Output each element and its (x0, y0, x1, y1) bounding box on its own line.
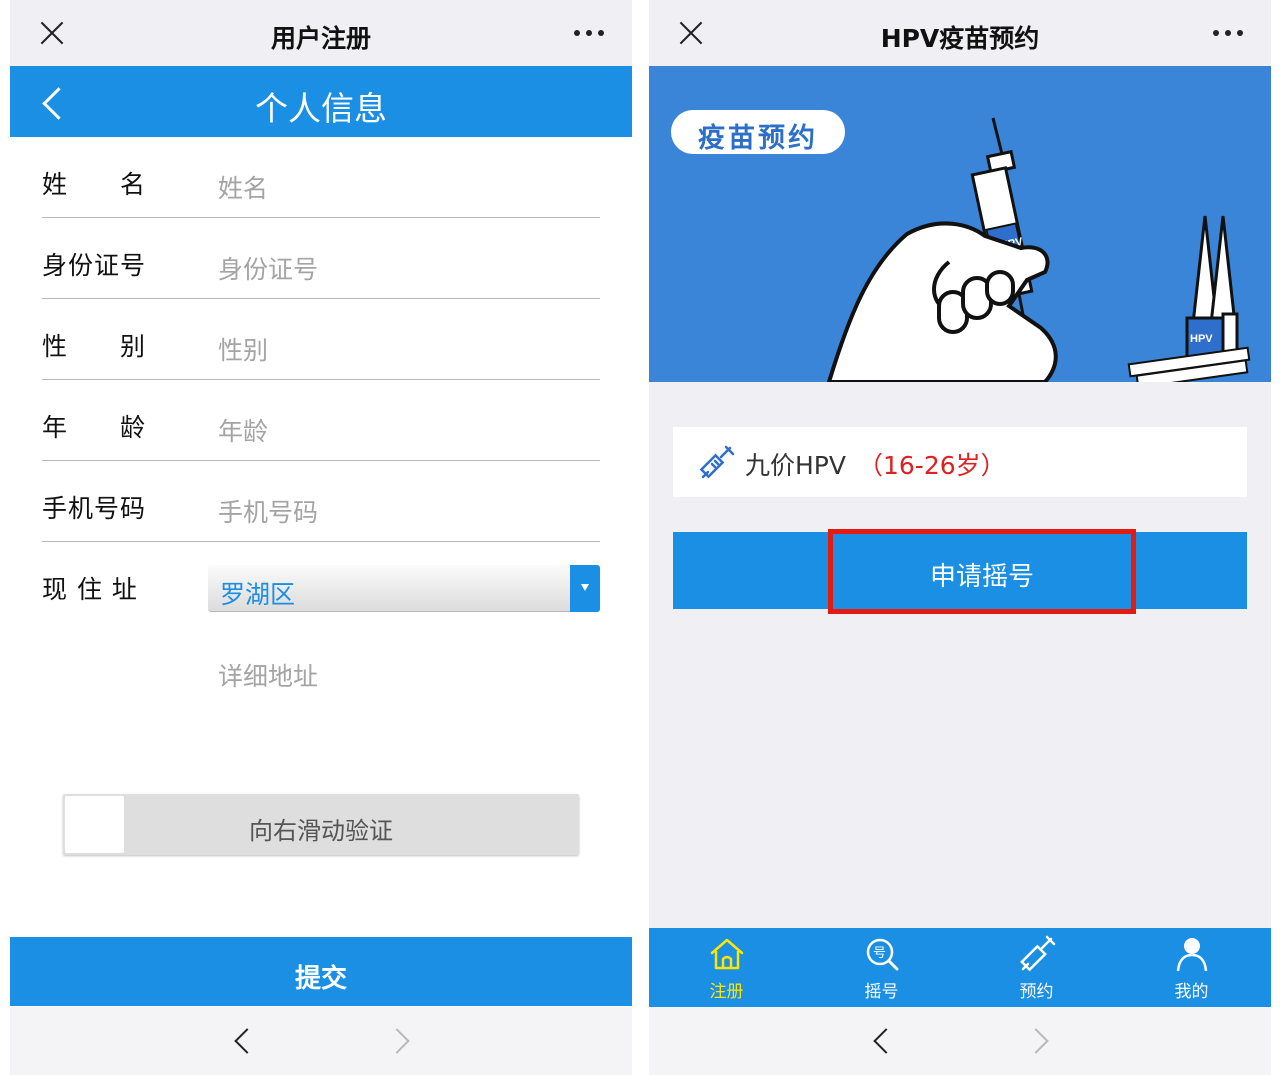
svg-text:号: 号 (873, 946, 886, 961)
name-input[interactable]: 姓名 (218, 169, 268, 205)
submit-button[interactable]: 提交 (10, 937, 632, 1006)
apply-lottery-label: 申请摇号 (929, 562, 1034, 592)
vaccine-name: 九价HPV (745, 451, 846, 480)
vial-label: HPV (1190, 333, 1213, 345)
tab-booking-label: 预约 (1019, 982, 1054, 1002)
banner-badge-text: 疫苗预约 (698, 123, 818, 154)
page-header: 个人信息 (10, 66, 632, 137)
age-field-row[interactable]: 年 龄 年龄 (42, 380, 600, 461)
age-label: 年 龄 (42, 413, 147, 442)
tab-register-label: 注册 (709, 982, 744, 1002)
tab-register[interactable]: 注册 (649, 928, 804, 1007)
vaccine-banner: HPV HPV (649, 66, 1271, 382)
page-title: 个人信息 (255, 89, 387, 128)
district-select[interactable]: 罗湖区 (208, 565, 600, 612)
phone-label: 手机号码 (42, 494, 147, 523)
more-options-icon[interactable] (1213, 30, 1243, 36)
id-number-input[interactable]: 身份证号 (218, 250, 318, 286)
gender-label: 性 别 (42, 332, 147, 361)
nav-back-icon[interactable] (871, 1029, 893, 1051)
vials-illustration: HPV (1127, 215, 1251, 382)
tab-lottery-label: 摇号 (864, 982, 899, 1002)
screenshot-stage: 用户注册 个人信息 姓 名 姓名 身份证号 身份证号 性 别 性别 年 龄 年龄… (0, 0, 1280, 1075)
window-title: 用户注册 (270, 24, 371, 53)
tab-mine-label: 我的 (1174, 982, 1209, 1002)
age-input[interactable]: 年龄 (218, 412, 268, 448)
apply-lottery-button[interactable]: 申请摇号 (828, 529, 1136, 614)
user-icon (1176, 938, 1208, 972)
name-label: 姓 名 (42, 170, 147, 199)
registration-screen: 用户注册 个人信息 姓 名 姓名 身份证号 身份证号 性 别 性别 年 龄 年龄… (10, 0, 632, 1075)
hpv-booking-screen: HPV疫苗预约 HPV 疫苗预约 九价HPV （16-26岁） 申请摇号 注册 … (649, 0, 1271, 1075)
phone-input[interactable]: 手机号码 (218, 493, 318, 529)
nav-forward-icon[interactable] (1027, 1029, 1049, 1051)
banner-badge: 疫苗预约 (671, 110, 845, 154)
window-titlebar: 用户注册 (10, 0, 632, 66)
syringe-icon (699, 445, 735, 479)
gender-input[interactable]: 性别 (218, 331, 268, 367)
vaccine-age-range: （16-26岁） (858, 451, 1006, 480)
nav-forward-icon[interactable] (388, 1029, 410, 1051)
phone-field-row[interactable]: 手机号码 手机号码 (42, 461, 600, 542)
id-number-field-row[interactable]: 身份证号 身份证号 (42, 218, 600, 299)
tab-mine[interactable]: 我的 (1114, 928, 1269, 1007)
home-icon (710, 938, 744, 970)
browser-nav-bar (649, 1007, 1271, 1075)
vaccine-option[interactable]: 九价HPV （16-26岁） (673, 427, 1247, 497)
name-field-row[interactable]: 姓 名 姓名 (42, 137, 600, 218)
syringe-icon (1020, 935, 1056, 972)
detail-address-input[interactable]: 详细地址 (218, 657, 318, 693)
id-number-label: 身份证号 (42, 251, 147, 280)
district-select-value: 罗湖区 (220, 580, 296, 609)
slide-verify-text: 向右滑动验证 (249, 817, 393, 845)
browser-nav-bar (10, 1007, 632, 1075)
address-label: 现 住 址 (42, 575, 138, 604)
gender-field-row[interactable]: 性 别 性别 (42, 299, 600, 380)
dropdown-arrow-icon[interactable] (570, 565, 600, 612)
nav-back-icon[interactable] (232, 1029, 254, 1051)
slide-verify[interactable]: 向右滑动验证 (63, 794, 579, 855)
tab-lottery[interactable]: 号 摇号 (804, 928, 959, 1007)
tab-booking[interactable]: 预约 (959, 928, 1114, 1007)
window-title: HPV疫苗预约 (880, 24, 1040, 53)
more-options-icon[interactable] (574, 30, 604, 36)
apply-lottery-bar[interactable]: 申请摇号 (673, 529, 1247, 614)
lottery-search-icon: 号 (866, 938, 899, 971)
window-titlebar: HPV疫苗预约 (649, 0, 1271, 66)
bottom-tab-bar: 注册 号 摇号 预约 我的 (649, 928, 1271, 1007)
